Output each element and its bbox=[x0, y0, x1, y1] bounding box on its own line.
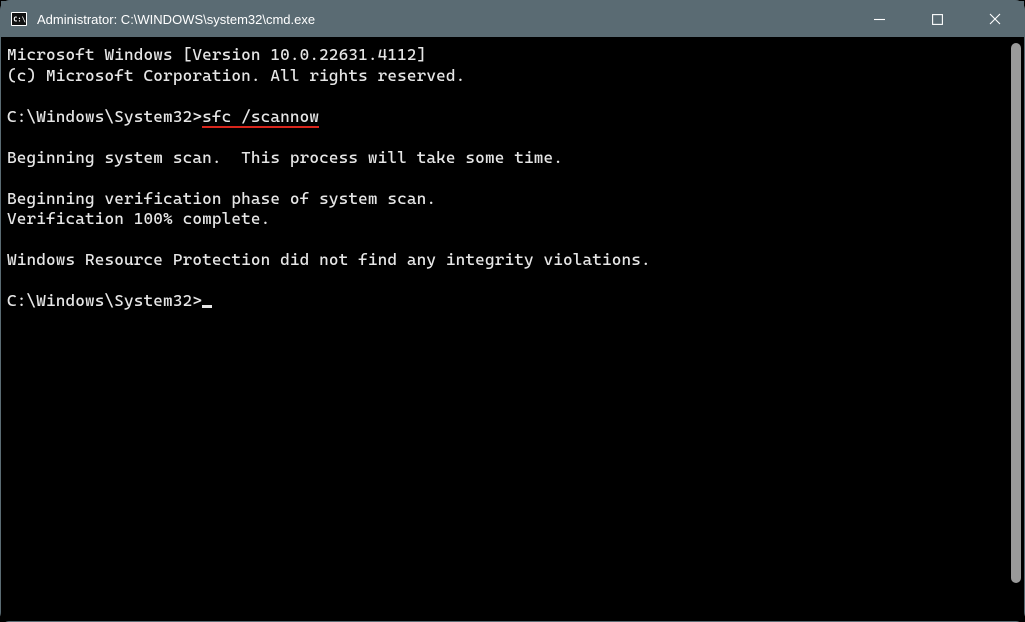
scrollbar-thumb[interactable] bbox=[1011, 43, 1021, 583]
cursor bbox=[202, 305, 212, 308]
window-controls bbox=[850, 1, 1024, 37]
svg-text:C:\: C:\ bbox=[13, 16, 26, 24]
minimize-button[interactable] bbox=[850, 1, 908, 37]
copyright-line: (c) Microsoft Corporation. All rights re… bbox=[7, 66, 465, 85]
verify-phase-line: Beginning verification phase of system s… bbox=[7, 189, 436, 208]
close-icon bbox=[989, 13, 1001, 25]
minimize-icon bbox=[874, 14, 885, 25]
maximize-button[interactable] bbox=[908, 1, 966, 37]
terminal-wrap: Microsoft Windows [Version 10.0.22631.41… bbox=[1, 37, 1024, 621]
version-line: Microsoft Windows [Version 10.0.22631.41… bbox=[7, 45, 426, 64]
prompt-1: C:\Windows\System32> bbox=[7, 107, 202, 126]
scrollbar-track[interactable] bbox=[1011, 43, 1021, 615]
titlebar[interactable]: C:\ Administrator: C:\WINDOWS\system32\c… bbox=[1, 1, 1024, 37]
begin-scan-line: Beginning system scan. This process will… bbox=[7, 148, 563, 167]
close-button[interactable] bbox=[966, 1, 1024, 37]
window-title: Administrator: C:\WINDOWS\system32\cmd.e… bbox=[37, 12, 850, 27]
verify-complete-line: Verification 100% complete. bbox=[7, 209, 270, 228]
maximize-icon bbox=[932, 14, 943, 25]
result-line: Windows Resource Protection did not find… bbox=[7, 250, 651, 269]
prompt-2: C:\Windows\System32> bbox=[7, 291, 202, 310]
command-sfc-scannow: sfc /scannow bbox=[202, 107, 319, 128]
terminal-output[interactable]: Microsoft Windows [Version 10.0.22631.41… bbox=[1, 37, 1024, 320]
cmd-icon: C:\ bbox=[11, 11, 27, 27]
